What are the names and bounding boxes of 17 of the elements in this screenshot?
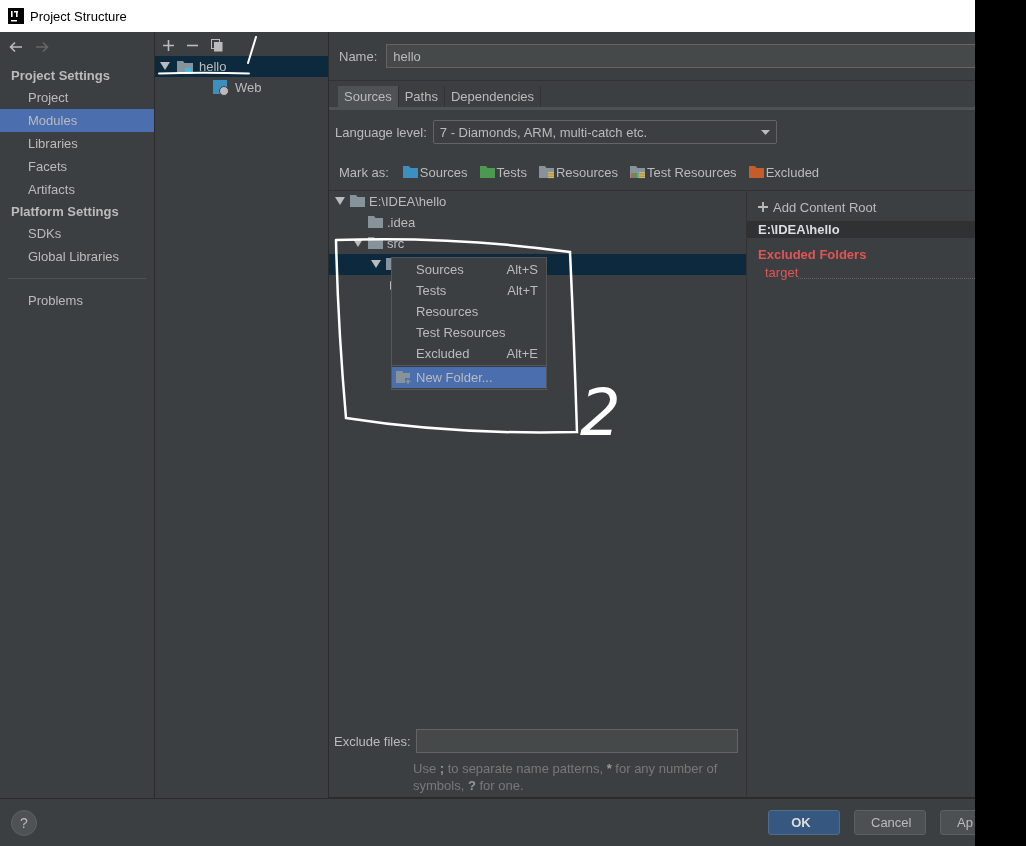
handwritten-number: 2 <box>580 378 621 448</box>
window-title: Project Structure <box>30 8 127 24</box>
section-heading: Project Settings <box>10 67 111 85</box>
module-name: Web <box>235 80 262 95</box>
field-label: Name: <box>339 48 378 64</box>
field-label: Exclude files: <box>334 733 411 749</box>
field-label: Mark as: <box>339 164 389 180</box>
excluded-folders-heading: Excluded Folders <box>757 246 868 264</box>
folder-name: src <box>387 236 405 251</box>
section-heading: Platform Settings <box>10 203 120 221</box>
content-root-path: E:\IDEA\hello <box>747 221 975 238</box>
folder-name: E:\IDEA\hello <box>369 194 447 209</box>
module-name: hello <box>199 59 227 74</box>
hint-text: Use ; to separate name patterns, * for any number of symbols, ? for one. <box>412 760 719 794</box>
excluded-folder: target <box>765 264 799 282</box>
field-label: Language level: <box>335 124 427 140</box>
folder-name: .idea <box>387 215 416 230</box>
